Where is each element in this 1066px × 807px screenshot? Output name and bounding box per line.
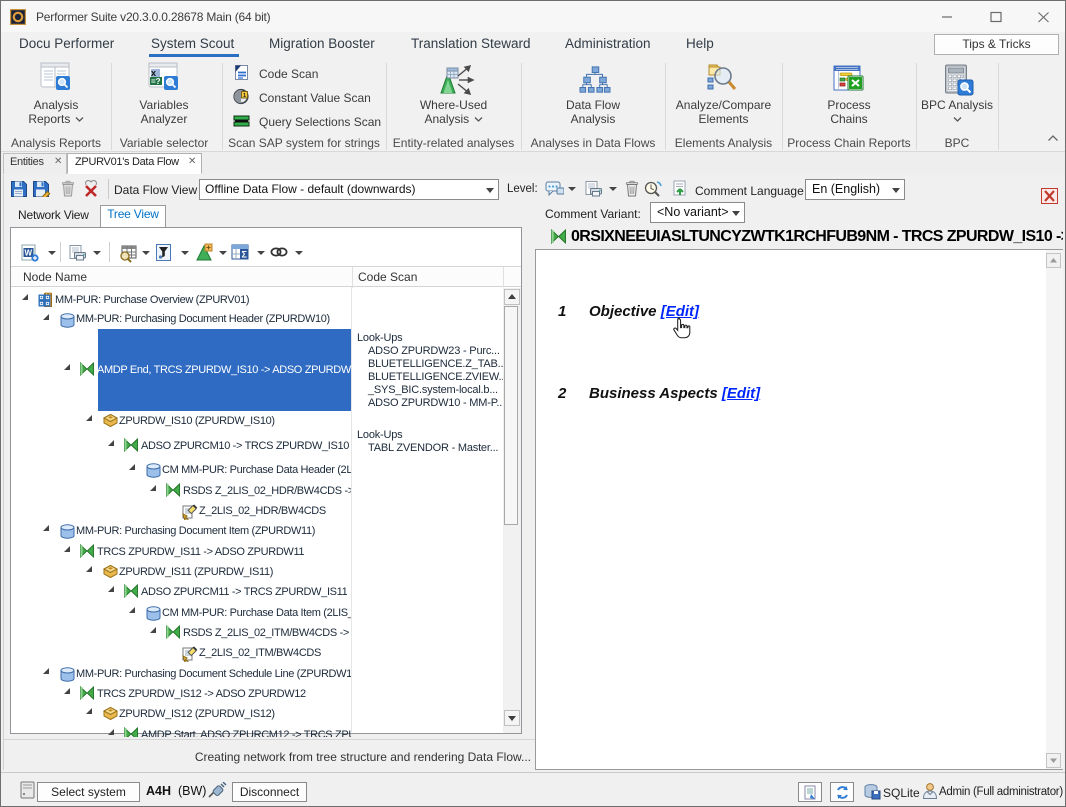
svg-text:=?: =? [151,77,161,86]
svg-text:1: 1 [243,93,246,99]
svg-text:Σ: Σ [242,250,248,260]
svg-text:W: W [25,249,33,258]
